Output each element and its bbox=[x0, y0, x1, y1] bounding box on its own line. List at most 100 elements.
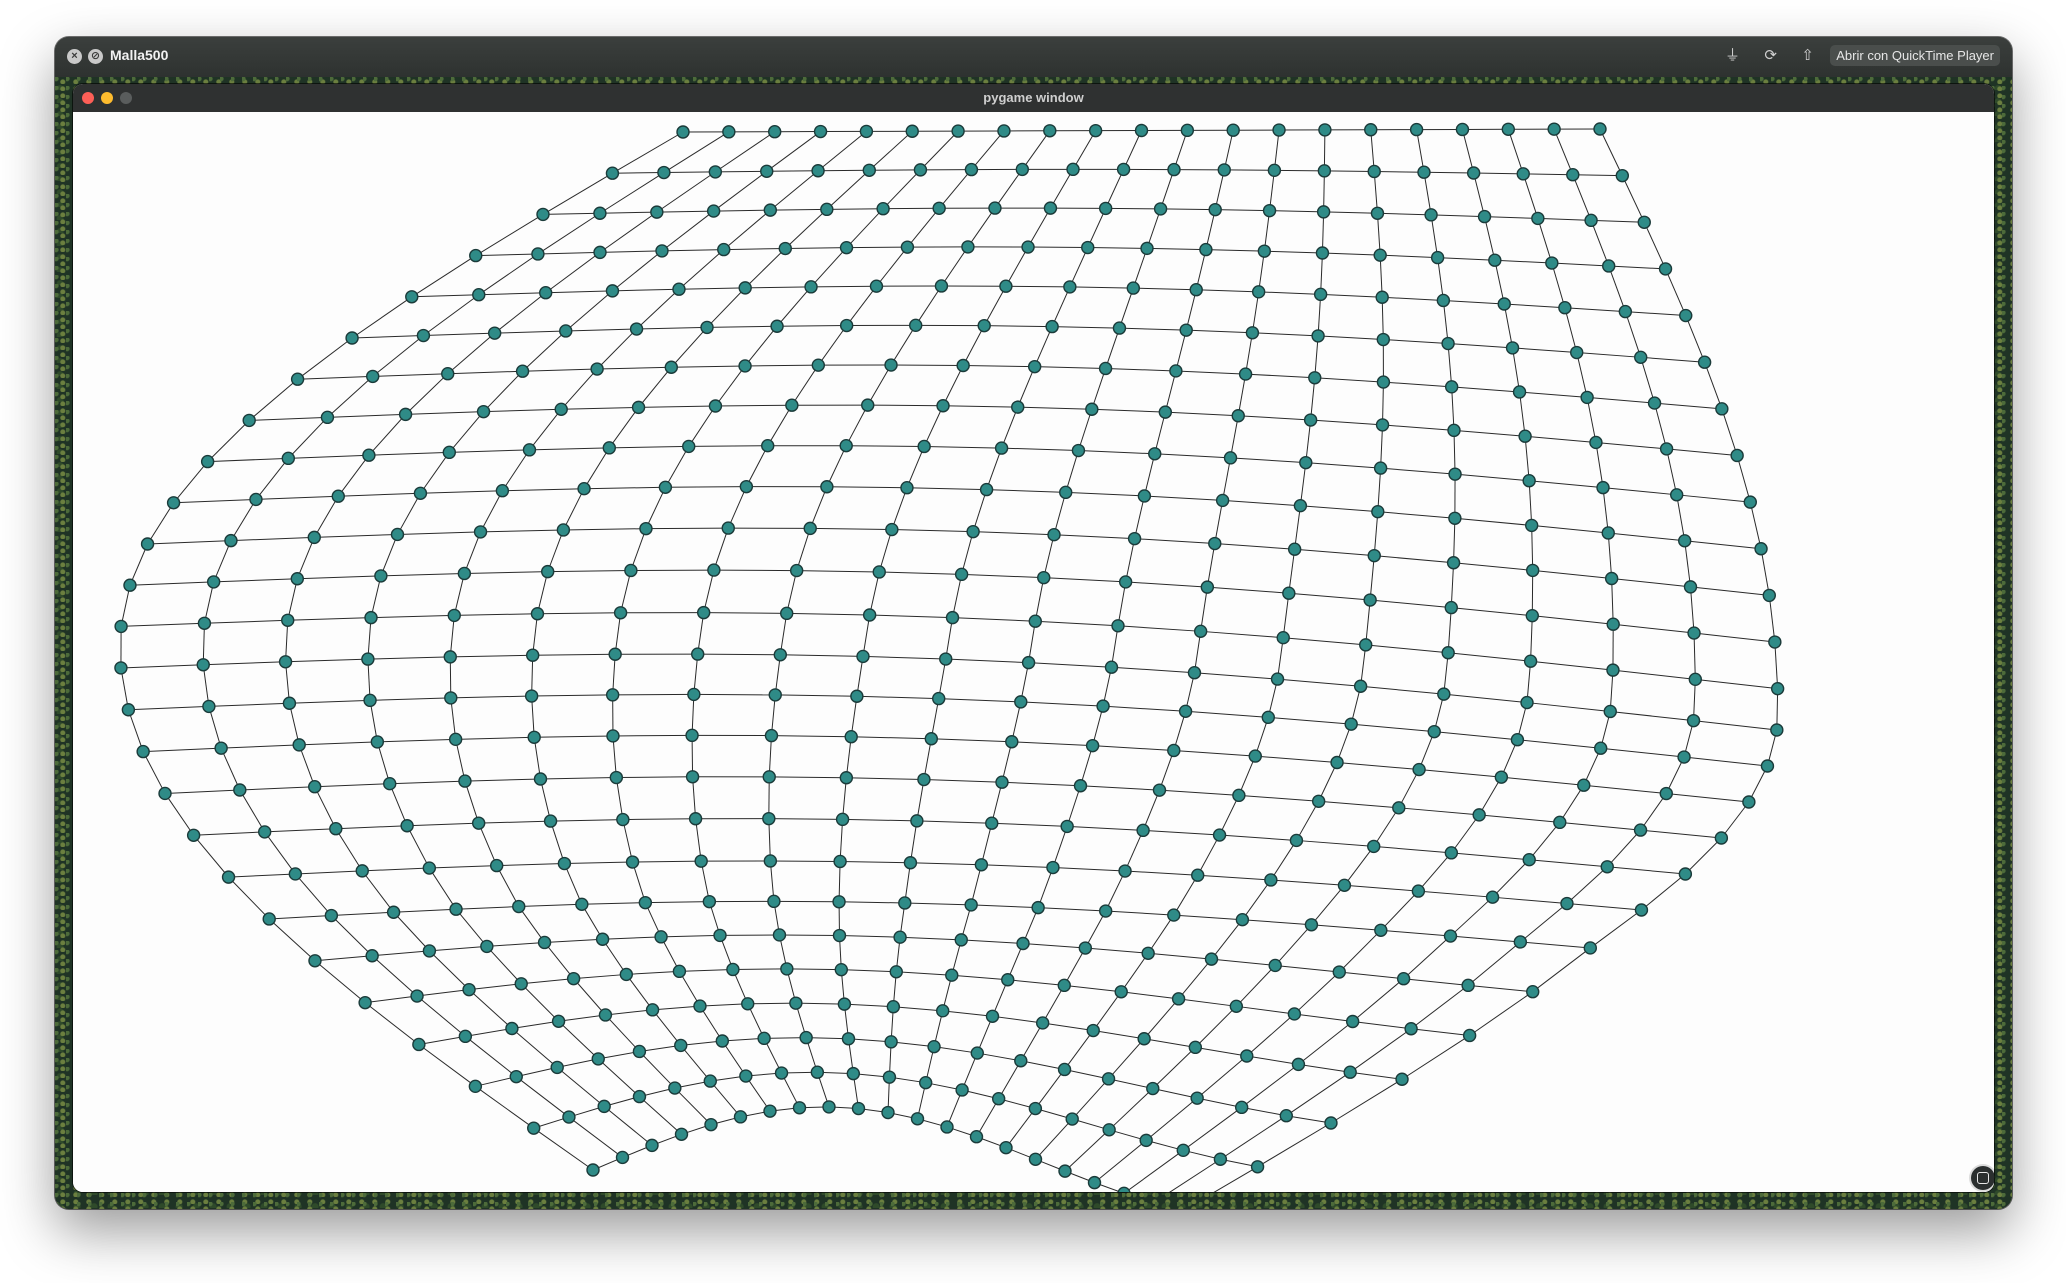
mesh-node[interactable] bbox=[1715, 402, 1729, 416]
mesh-node[interactable] bbox=[1245, 326, 1260, 340]
mesh-node[interactable] bbox=[1027, 359, 1042, 374]
mesh-node[interactable] bbox=[1282, 586, 1296, 600]
mesh-node[interactable] bbox=[1293, 498, 1308, 513]
mesh-node[interactable] bbox=[1677, 534, 1692, 548]
mesh-node[interactable] bbox=[370, 735, 385, 749]
mesh-node[interactable] bbox=[1118, 575, 1133, 589]
mesh-node[interactable] bbox=[543, 814, 558, 828]
mesh-node[interactable] bbox=[1526, 985, 1540, 999]
mesh-node[interactable] bbox=[951, 124, 965, 138]
mesh-node[interactable] bbox=[708, 399, 723, 413]
trim-icon[interactable]: ⏚ bbox=[1725, 46, 1740, 66]
mesh-node[interactable] bbox=[1291, 1057, 1306, 1072]
mesh-node[interactable] bbox=[913, 163, 928, 177]
mesh-node[interactable] bbox=[575, 897, 589, 912]
mesh-node[interactable] bbox=[365, 949, 379, 963]
mesh-node[interactable] bbox=[674, 1038, 688, 1053]
mesh-node[interactable] bbox=[1633, 823, 1648, 837]
mesh-node[interactable] bbox=[114, 619, 128, 634]
mesh-node[interactable] bbox=[1028, 614, 1043, 628]
mesh-node[interactable] bbox=[1343, 1065, 1357, 1079]
mesh-node[interactable] bbox=[390, 527, 405, 542]
mesh-node[interactable] bbox=[1430, 250, 1445, 265]
mesh-node[interactable] bbox=[1178, 704, 1193, 719]
mesh-node[interactable] bbox=[595, 932, 610, 946]
mesh-node[interactable] bbox=[956, 358, 970, 373]
mesh-node[interactable] bbox=[702, 894, 717, 909]
mesh-node[interactable] bbox=[813, 124, 828, 139]
mesh-node[interactable] bbox=[577, 481, 591, 496]
mesh-node[interactable] bbox=[331, 489, 345, 503]
mesh-node[interactable] bbox=[763, 854, 778, 868]
mesh-node[interactable] bbox=[654, 930, 668, 944]
mesh-node[interactable] bbox=[1376, 375, 1391, 389]
mesh-node[interactable] bbox=[1525, 563, 1540, 578]
mesh-node[interactable] bbox=[615, 1150, 630, 1165]
mesh-node[interactable] bbox=[514, 977, 528, 991]
mesh-node[interactable] bbox=[593, 245, 607, 260]
mesh-node[interactable] bbox=[1441, 646, 1455, 660]
mesh-node[interactable] bbox=[844, 730, 858, 744]
mesh-node[interactable] bbox=[966, 524, 980, 539]
mesh-node[interactable] bbox=[538, 286, 553, 300]
mesh-node[interactable] bbox=[703, 1074, 717, 1088]
mesh-node[interactable] bbox=[1065, 1112, 1079, 1126]
mesh-node[interactable] bbox=[1547, 122, 1561, 136]
mesh-node[interactable] bbox=[1231, 409, 1245, 423]
mesh-node[interactable] bbox=[606, 729, 620, 743]
mesh-node[interactable] bbox=[166, 496, 181, 510]
mesh-node[interactable] bbox=[605, 688, 620, 702]
mesh-node[interactable] bbox=[509, 1069, 523, 1084]
mesh-node[interactable] bbox=[1137, 489, 1152, 503]
mesh-node[interactable] bbox=[881, 1105, 895, 1120]
mesh-node[interactable] bbox=[257, 825, 272, 839]
mesh-node[interactable] bbox=[1658, 262, 1673, 276]
mesh-node[interactable] bbox=[1299, 455, 1313, 470]
mesh-node[interactable] bbox=[994, 441, 1009, 455]
mesh-node[interactable] bbox=[307, 530, 321, 545]
mesh-node[interactable] bbox=[789, 996, 803, 1010]
mesh-node[interactable] bbox=[358, 995, 372, 1010]
mesh-node[interactable] bbox=[1512, 385, 1527, 399]
mesh-node[interactable] bbox=[1373, 248, 1387, 262]
mesh-node[interactable] bbox=[307, 780, 322, 794]
mesh-node[interactable] bbox=[629, 322, 644, 336]
mesh-node[interactable] bbox=[707, 563, 721, 577]
mesh-node[interactable] bbox=[988, 201, 1002, 215]
mesh-node[interactable] bbox=[473, 525, 488, 539]
mesh-node[interactable] bbox=[1303, 413, 1318, 427]
mesh-node[interactable] bbox=[476, 404, 491, 419]
mesh-node[interactable] bbox=[1375, 418, 1390, 432]
mesh-node[interactable] bbox=[400, 819, 414, 833]
mesh-node[interactable] bbox=[1146, 1081, 1160, 1096]
mesh-node[interactable] bbox=[1370, 206, 1385, 220]
mesh-node[interactable] bbox=[893, 930, 907, 944]
mesh-node[interactable] bbox=[884, 358, 898, 372]
mesh-node[interactable] bbox=[550, 1060, 564, 1075]
mesh-node[interactable] bbox=[1199, 242, 1213, 257]
mesh-node[interactable] bbox=[1375, 290, 1389, 304]
mesh-node[interactable] bbox=[458, 1029, 473, 1044]
mesh-node[interactable] bbox=[713, 928, 727, 943]
mesh-node[interactable] bbox=[785, 398, 799, 412]
mesh-node[interactable] bbox=[1374, 923, 1388, 937]
mesh-node[interactable] bbox=[1332, 965, 1346, 979]
mesh-node[interactable] bbox=[1570, 345, 1584, 360]
mesh-node[interactable] bbox=[861, 398, 875, 412]
mesh-node[interactable] bbox=[1466, 166, 1481, 180]
mesh-node[interactable] bbox=[940, 1120, 954, 1134]
mesh-node[interactable] bbox=[780, 962, 794, 976]
mesh-node[interactable] bbox=[1686, 713, 1701, 728]
open-with-quicktime-button[interactable]: Abrir con QuickTime Player bbox=[1830, 45, 2000, 66]
mesh-node[interactable] bbox=[792, 1101, 807, 1115]
mesh-node[interactable] bbox=[386, 905, 401, 919]
mesh-node[interactable] bbox=[851, 1101, 866, 1116]
live-text-icon[interactable] bbox=[1971, 1166, 1994, 1190]
mesh-node[interactable] bbox=[1580, 390, 1594, 405]
mesh-node[interactable] bbox=[804, 280, 818, 294]
mesh-node[interactable] bbox=[1520, 695, 1534, 710]
mesh-node[interactable] bbox=[1359, 638, 1373, 652]
mesh-node[interactable] bbox=[590, 362, 604, 376]
mesh-node[interactable] bbox=[717, 242, 731, 257]
mesh-node[interactable] bbox=[221, 870, 236, 884]
